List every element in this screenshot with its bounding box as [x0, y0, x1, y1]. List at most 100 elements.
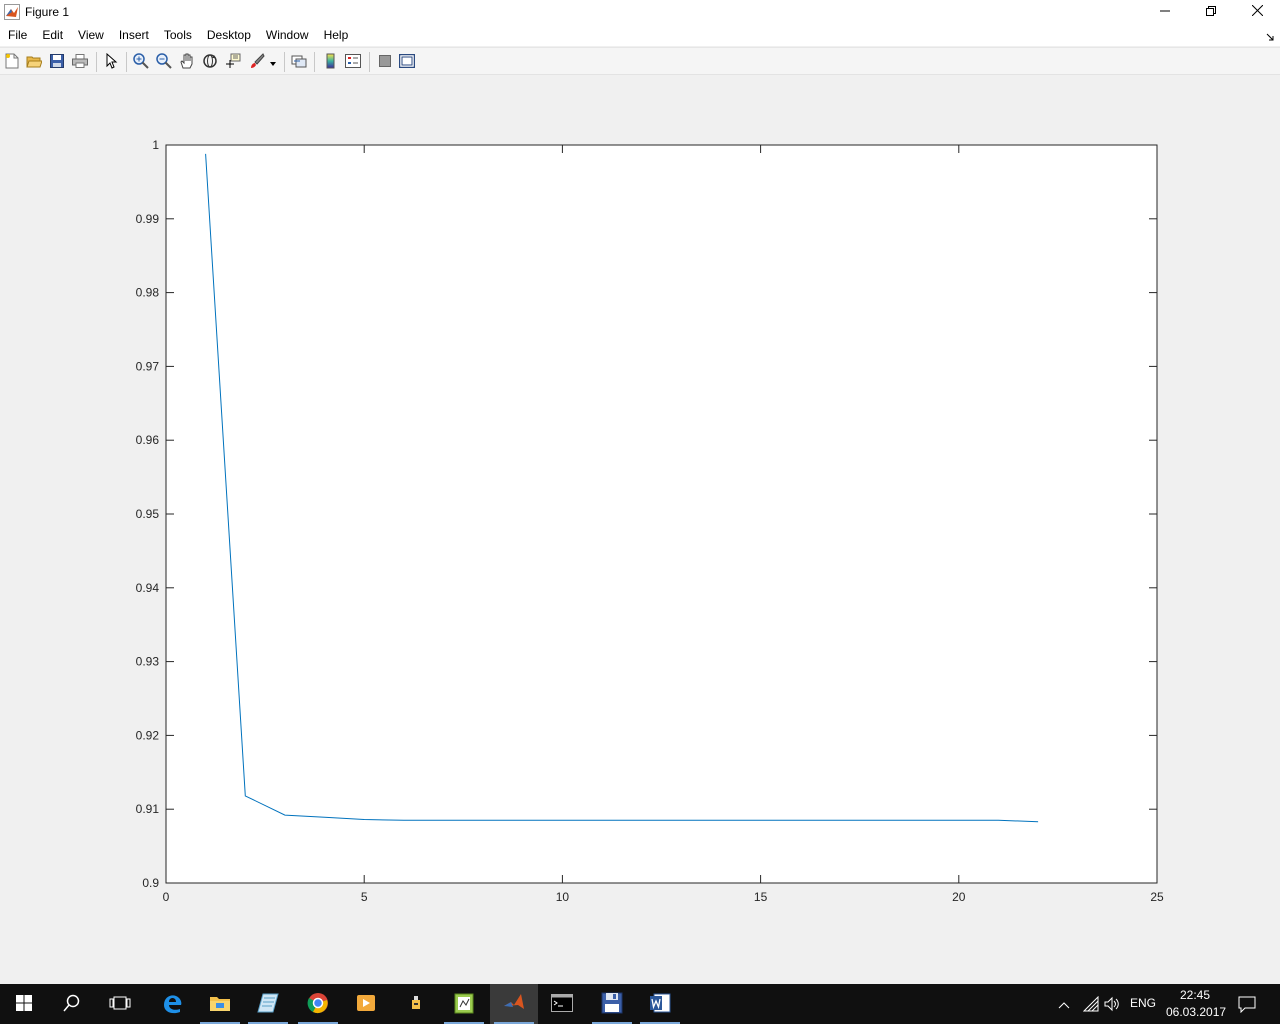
search-button[interactable]: [48, 984, 96, 1024]
taskbar: ENG 22:45 06.03.2017: [0, 984, 1280, 1024]
print-button[interactable]: [71, 53, 89, 71]
clock-time[interactable]: 22:45: [1180, 988, 1210, 1002]
menu-help[interactable]: Help: [316, 24, 356, 46]
toolbar-separator: [96, 52, 97, 72]
task-view-icon: [109, 995, 131, 1014]
close-icon: [1251, 4, 1263, 19]
pan-button[interactable]: [178, 53, 196, 71]
toolbar-separator: [284, 52, 285, 72]
brush-button[interactable]: [248, 52, 266, 72]
rotate-icon: [202, 53, 218, 72]
y-tick-label: 0.98: [136, 286, 160, 300]
taskbar-notes-app[interactable]: [244, 984, 292, 1024]
menu-window[interactable]: Window: [258, 24, 316, 46]
taskbar-floppy-app[interactable]: [588, 984, 636, 1024]
taskbar-cmd[interactable]: [538, 984, 586, 1024]
taskbar-chrome[interactable]: [294, 984, 342, 1024]
x-tick-labels: 0 5 10 15 20 25: [163, 890, 1164, 904]
toolbar-separator: [314, 52, 315, 72]
y-tick-label: 1: [152, 138, 159, 152]
close-button[interactable]: [1234, 0, 1280, 24]
folder-open-icon: [26, 54, 43, 71]
notifications-icon[interactable]: [1238, 995, 1256, 1016]
legend-button[interactable]: [344, 53, 362, 71]
taskbar-media-player[interactable]: [342, 984, 390, 1024]
link-icon: [291, 53, 307, 72]
menu-desktop[interactable]: Desktop: [199, 24, 258, 46]
legend-icon: [345, 53, 361, 71]
zoom-out-button[interactable]: [155, 52, 173, 72]
window-title: Figure 1: [25, 5, 70, 19]
word-icon: [649, 992, 671, 1017]
figure-canvas[interactable]: 0 5 10 15 20 25 0.9 0.91 0.92 0.93 0.94 0.95 0.96 0.…: [0, 76, 1280, 984]
menu-view[interactable]: View: [70, 24, 111, 46]
axes-background: [165, 144, 1158, 884]
edit-plot-button[interactable]: [103, 52, 121, 72]
show-plot-tools-icon: [398, 53, 416, 71]
brush-icon: [249, 52, 265, 72]
clock-date[interactable]: 06.03.2017: [1166, 1005, 1226, 1019]
show-plot-tools-button[interactable]: [398, 53, 416, 71]
matlab-icon: [503, 993, 525, 1016]
menu-edit[interactable]: Edit: [34, 24, 70, 46]
taskbar-file-explorer[interactable]: [196, 984, 244, 1024]
colorbar-icon: [326, 53, 336, 72]
menu-insert[interactable]: Insert: [111, 24, 156, 46]
rotate-3d-button[interactable]: [201, 53, 219, 71]
y-tick-label: 0.9: [142, 876, 159, 890]
taskbar-notepad-plus[interactable]: [440, 984, 488, 1024]
restore-icon: [1206, 5, 1216, 19]
menu-tools[interactable]: Tools: [156, 24, 199, 46]
zoom-in-icon: [133, 52, 149, 72]
minimize-icon: [1160, 5, 1170, 19]
minimize-button[interactable]: [1142, 0, 1188, 24]
line-plot[interactable]: 0 5 10 15 20 25 0.90.910.920.930.940.950.960.…: [0, 76, 1280, 984]
menu-file[interactable]: File: [0, 24, 34, 46]
data-cursor-icon: [225, 53, 241, 72]
y-tick-label: 0.91: [136, 802, 160, 816]
pointer-icon: [106, 52, 118, 72]
x-tick-label: 25: [1150, 890, 1164, 904]
start-button[interactable]: [0, 984, 48, 1024]
notepad-plus-icon: [454, 992, 474, 1017]
new-file-icon: [5, 53, 19, 72]
taskbar-edge[interactable]: [148, 984, 196, 1024]
y-tick-label: 0.95: [136, 507, 160, 521]
taskbar-word[interactable]: [636, 984, 684, 1024]
usb-drive-icon: [411, 995, 421, 1013]
hide-plot-tools-button[interactable]: [376, 53, 394, 71]
printer-icon: [72, 53, 88, 71]
y-tick-label: 0.96: [136, 433, 160, 447]
zoom-out-icon: [156, 52, 172, 72]
toolbar-separator: [126, 52, 127, 72]
toolbar-separator: [369, 52, 370, 72]
figure-toolbar: [0, 47, 1280, 75]
x-tick-label: 5: [361, 890, 368, 904]
y-tick-label: 0.93: [136, 655, 160, 669]
task-view-button[interactable]: [96, 984, 144, 1024]
save-button[interactable]: [48, 53, 66, 71]
x-tick-label: 15: [754, 890, 768, 904]
chevron-down-icon: [270, 55, 276, 69]
language-indicator[interactable]: ENG: [1130, 996, 1156, 1010]
open-file-button[interactable]: [25, 53, 43, 71]
network-icon[interactable]: [1082, 995, 1099, 1015]
chrome-icon: [307, 992, 329, 1017]
new-figure-button[interactable]: [3, 53, 21, 71]
brush-dropdown[interactable]: [268, 53, 278, 71]
matlab-icon: [4, 4, 20, 20]
volume-icon[interactable]: [1104, 996, 1120, 1015]
save-icon: [50, 53, 64, 71]
title-bar: Figure 1: [0, 0, 1280, 24]
taskbar-usb-tool[interactable]: [392, 984, 440, 1024]
data-cursor-button[interactable]: [224, 53, 242, 71]
menu-bar: File Edit View Insert Tools Desktop Wind…: [0, 24, 1280, 46]
dock-arrow-icon[interactable]: [1266, 30, 1274, 44]
y-tick-label: 0.94: [136, 581, 160, 595]
zoom-in-button[interactable]: [132, 52, 150, 72]
restore-button[interactable]: [1188, 0, 1234, 24]
tray-overflow-icon[interactable]: [1058, 998, 1070, 1012]
link-plot-button[interactable]: [290, 53, 308, 71]
taskbar-matlab[interactable]: [490, 984, 538, 1024]
colorbar-button[interactable]: [322, 53, 340, 71]
